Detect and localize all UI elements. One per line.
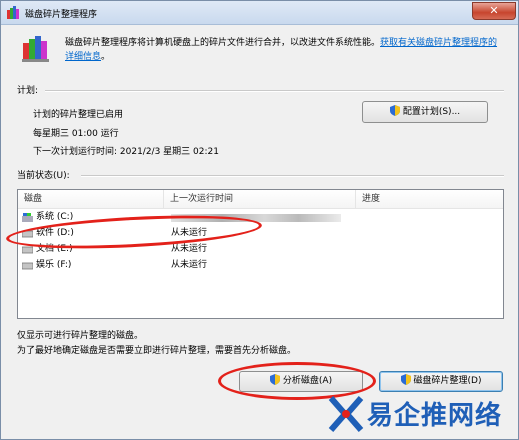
column-header-last-run[interactable]: 上一次运行时间 [164, 190, 356, 209]
configure-schedule-button[interactable]: 配置计划(S)... [362, 101, 488, 123]
shield-icon [389, 105, 400, 116]
disk-last-run: 从未运行 [171, 244, 208, 254]
schedule-label: 计划: [17, 86, 39, 96]
disk-name: 娱乐 (F:) [36, 260, 72, 270]
defragment-label: 磁盘碎片整理(D) [413, 376, 482, 386]
watermark: 易企推网络 [325, 392, 517, 438]
note-line-1: 仅显示可进行碎片整理的磁盘。 [17, 331, 144, 341]
window-title: 磁盘碎片整理程序 [25, 10, 98, 20]
next-run: 下一次计划运行时间: 2021/2/3 星期三 02:21 [33, 147, 219, 157]
schedule-status: 计划的碎片整理已启用 [33, 110, 124, 120]
note-line-2: 为了最好地确定磁盘是否需要立即进行碎片整理，需要首先分析磁盘。 [17, 346, 297, 356]
disk-last-run: 从未运行 [171, 260, 208, 270]
disk-list[interactable]: 磁盘 上一次运行时间 进度 系统 (C:) 软件 (D:) 从未运行 文档 (E… [17, 189, 504, 319]
current-status-label: 当前状态(U): [17, 171, 70, 181]
watermark-logo-icon [328, 396, 364, 432]
configure-schedule-label: 配置计划(S)... [402, 107, 461, 117]
close-icon: ✕ [489, 4, 499, 17]
shield-icon [400, 374, 411, 385]
schedule-frequency: 每星期三 01:00 运行 [33, 129, 119, 139]
close-button[interactable]: ✕ [472, 2, 516, 20]
system-drive-icon [22, 213, 33, 222]
intro-text: 磁盘碎片整理程序将计算机硬盘上的碎片文件进行合并，以改进文件系统性能。获取有关磁… [65, 36, 505, 64]
disk-row[interactable]: 娱乐 (F:) 从未运行 [18, 258, 503, 273]
defragment-button[interactable]: 磁盘碎片整理(D) [379, 371, 503, 392]
defrag-app-icon [22, 36, 49, 62]
intro-description: 磁盘碎片整理程序将计算机硬盘上的碎片文件进行合并，以改进文件系统性能。 [65, 38, 381, 48]
column-header-progress[interactable]: 进度 [356, 190, 503, 209]
watermark-text: 易企推网络 [367, 401, 503, 431]
column-header-disk[interactable]: 磁盘 [18, 190, 164, 209]
intro-end: 。 [101, 52, 111, 62]
drive-icon [22, 262, 33, 270]
divider [45, 90, 504, 92]
defrag-app-icon [7, 6, 19, 19]
title-bar[interactable]: 磁盘碎片整理程序 ✕ [1, 1, 518, 25]
divider [81, 175, 504, 177]
